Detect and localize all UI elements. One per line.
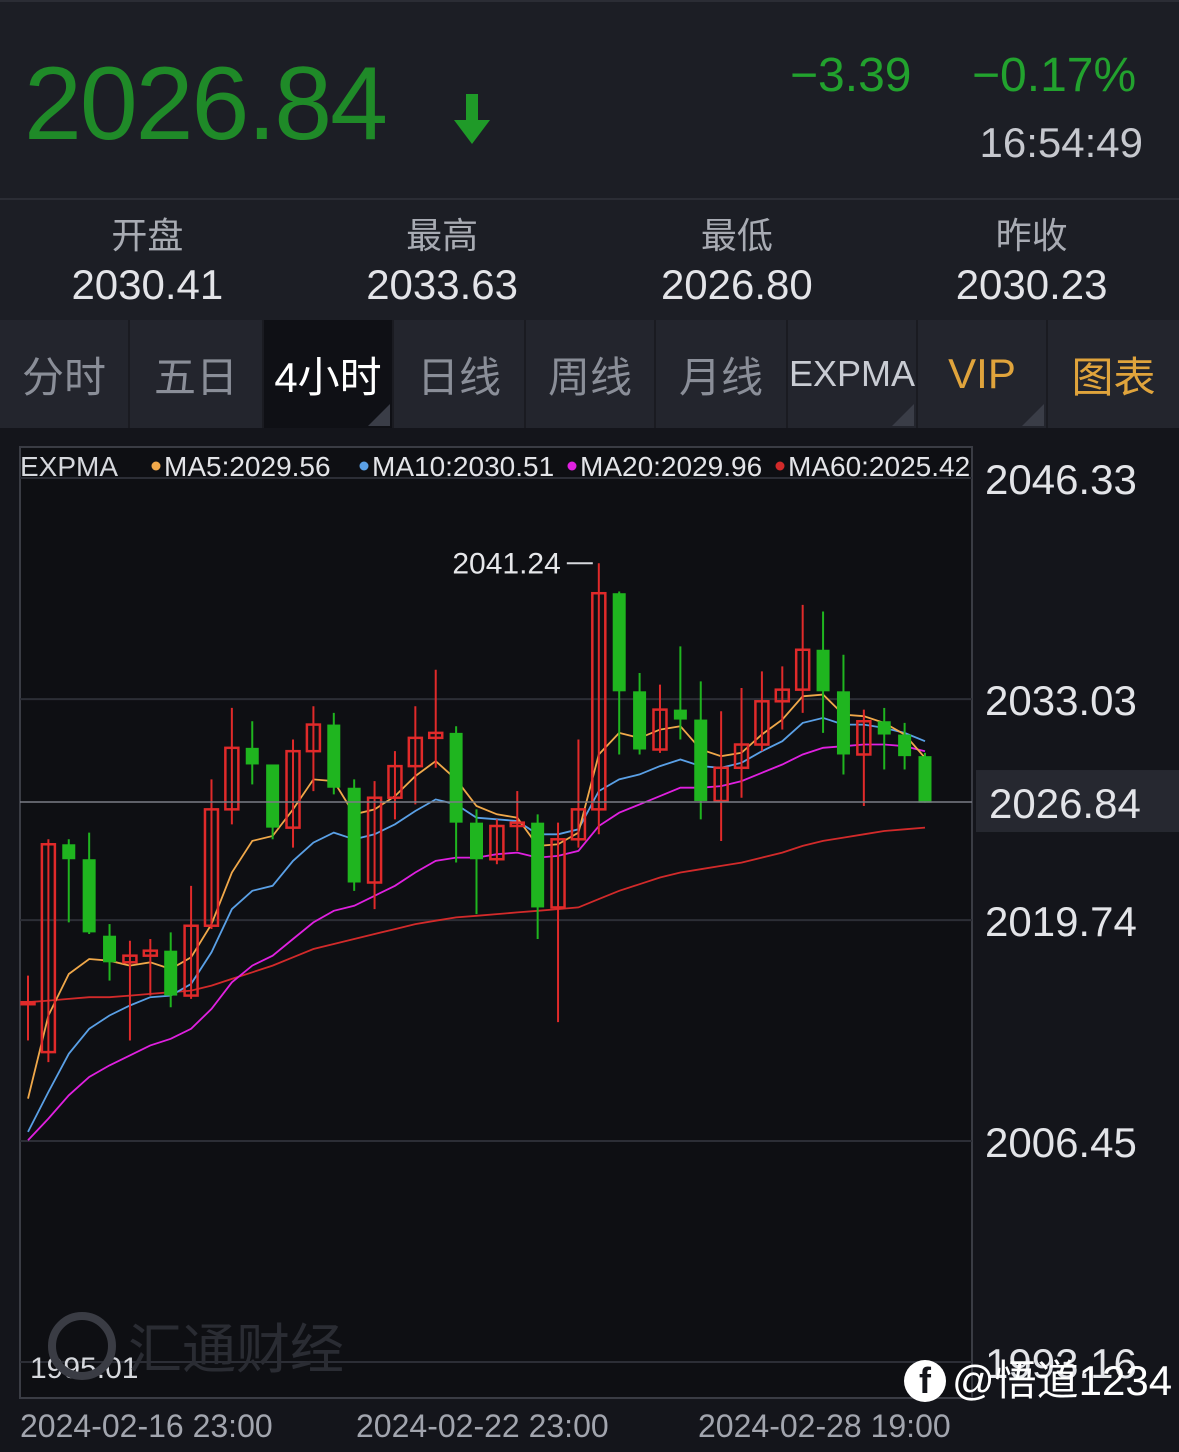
author-handle: @悟道1234 bbox=[952, 1357, 1173, 1404]
candle-body bbox=[816, 649, 830, 692]
tab-label: EXPMA bbox=[788, 353, 916, 394]
stat-label: 最低 bbox=[700, 215, 773, 256]
candle-body bbox=[266, 764, 280, 828]
x-axis: 2024-02-16 23:00 2024-02-22 23:00 2024-0… bbox=[0, 1400, 1179, 1452]
tab-daily[interactable]: 日线 bbox=[394, 320, 526, 428]
quote-stats: 开盘 2030.41 最高 2033.63 最低 2026.80 昨收 2030… bbox=[0, 198, 1179, 320]
stat-label: 最高 bbox=[406, 215, 479, 256]
legend-item-ma60: MA60:2025.42 bbox=[775, 451, 970, 482]
indicator-name: EXPMA bbox=[20, 451, 118, 482]
arrow-down-icon bbox=[454, 94, 490, 144]
candle-body bbox=[103, 935, 117, 963]
candle-body bbox=[164, 950, 178, 996]
legend-text: MA20:2029.96 bbox=[580, 451, 762, 482]
current-price: 2026.84 bbox=[24, 46, 388, 162]
legend-item-ma10: MA10:2030.51 bbox=[359, 451, 554, 482]
tab-label: 4小时 bbox=[274, 353, 382, 401]
candle-body bbox=[898, 734, 912, 757]
min-price-label: 1995.01 bbox=[30, 1352, 138, 1385]
tab-vip[interactable]: VIP bbox=[918, 320, 1048, 428]
plot-frame bbox=[19, 446, 973, 1399]
stat-prev-close: 昨收 2030.23 bbox=[884, 200, 1179, 320]
x-tick-label: 2024-02-22 23:00 bbox=[356, 1408, 609, 1444]
tab-4-hour[interactable]: 4小时 bbox=[264, 320, 394, 428]
author-watermark: f @悟道1234 bbox=[904, 1360, 1172, 1402]
brand-watermark: 汇通财经 bbox=[128, 1318, 344, 1381]
chart-grid bbox=[19, 446, 973, 1399]
y-tick-label: 2006.45 bbox=[985, 1119, 1137, 1166]
x-tick-label: 2024-02-28 19:00 bbox=[698, 1408, 951, 1444]
price-change-percent: −0.17% bbox=[972, 49, 1137, 102]
y-axis: 2046.332033.032019.742006.451993.162026.… bbox=[976, 456, 1179, 1387]
candle-body bbox=[836, 691, 850, 755]
tab-label: VIP bbox=[948, 350, 1016, 397]
legend-text: MA10:2030.51 bbox=[372, 451, 554, 482]
candlestick-chart[interactable]: 2041.24 1995.01汇通财经 EXPMA MA5:2029.56 MA10:… bbox=[0, 428, 1179, 1452]
tab-intraday[interactable]: 分时 bbox=[0, 320, 130, 428]
candle-body bbox=[633, 691, 647, 750]
candle-body bbox=[82, 859, 96, 933]
candle-body bbox=[694, 719, 708, 802]
facebook-icon: f bbox=[904, 1360, 946, 1402]
tab-monthly[interactable]: 月线 bbox=[656, 320, 788, 428]
x-tick-label: 2024-02-16 23:00 bbox=[20, 1408, 273, 1444]
candle-body bbox=[327, 724, 341, 788]
candle-body bbox=[20, 1000, 36, 1006]
period-tabs: 分时 五日 4小时 日线 周线 月线 EXPMA VIP 图表 bbox=[0, 320, 1179, 428]
candle-body bbox=[62, 844, 76, 860]
candle-body bbox=[470, 822, 483, 860]
candle-body bbox=[877, 721, 891, 735]
dropdown-corner-icon bbox=[892, 404, 914, 426]
stat-low: 最低 2026.80 bbox=[590, 200, 885, 320]
stat-label: 昨收 bbox=[995, 215, 1068, 256]
candle-body bbox=[612, 593, 626, 692]
tab-five-day[interactable]: 五日 bbox=[130, 320, 264, 428]
quote-time: 16:54:49 bbox=[979, 119, 1144, 166]
stat-high: 最高 2033.63 bbox=[295, 200, 590, 320]
stat-value: 2030.41 bbox=[71, 260, 224, 308]
candle bbox=[918, 752, 932, 803]
max-price-label: 2041.24 bbox=[452, 547, 560, 580]
legend-text: MA60:2025.42 bbox=[788, 451, 970, 482]
candle-body bbox=[531, 822, 545, 908]
dropdown-corner-icon bbox=[1022, 404, 1044, 426]
legend-item-ma20: MA20:2029.96 bbox=[567, 451, 762, 482]
tab-weekly[interactable]: 周线 bbox=[526, 320, 656, 428]
y-tick-label: 2046.33 bbox=[985, 456, 1137, 503]
stat-label: 开盘 bbox=[111, 215, 184, 256]
stat-value: 2030.23 bbox=[955, 260, 1108, 308]
dropdown-corner-icon bbox=[368, 404, 390, 426]
candle-body bbox=[673, 709, 687, 720]
legend-text: MA5:2029.56 bbox=[164, 451, 331, 482]
legend-dot bbox=[567, 461, 577, 471]
legend-dot bbox=[359, 461, 369, 471]
candle-body bbox=[449, 732, 463, 823]
stat-open: 开盘 2030.41 bbox=[0, 200, 295, 320]
tab-indicator-expma[interactable]: EXPMA bbox=[788, 320, 918, 428]
candle-body bbox=[245, 747, 259, 765]
price-change: −3.39 bbox=[790, 49, 912, 102]
legend-dot bbox=[151, 461, 161, 471]
y-tick-label: 2033.03 bbox=[985, 677, 1137, 724]
candle bbox=[347, 779, 361, 891]
current-price-tag-label: 2026.84 bbox=[989, 780, 1141, 827]
candle bbox=[327, 712, 341, 795]
legend-dot bbox=[775, 461, 785, 471]
y-tick-label: 2019.74 bbox=[985, 898, 1137, 945]
legend-item-ma5: MA5:2029.56 bbox=[151, 451, 331, 482]
stat-value: 2033.63 bbox=[366, 260, 519, 308]
quote-header: 2026.84 −3.39 −0.17% 16:54:49 bbox=[0, 0, 1179, 198]
candle-body bbox=[918, 756, 932, 803]
stat-value: 2026.80 bbox=[660, 260, 813, 308]
tab-chart-settings[interactable]: 图表 bbox=[1048, 320, 1179, 428]
